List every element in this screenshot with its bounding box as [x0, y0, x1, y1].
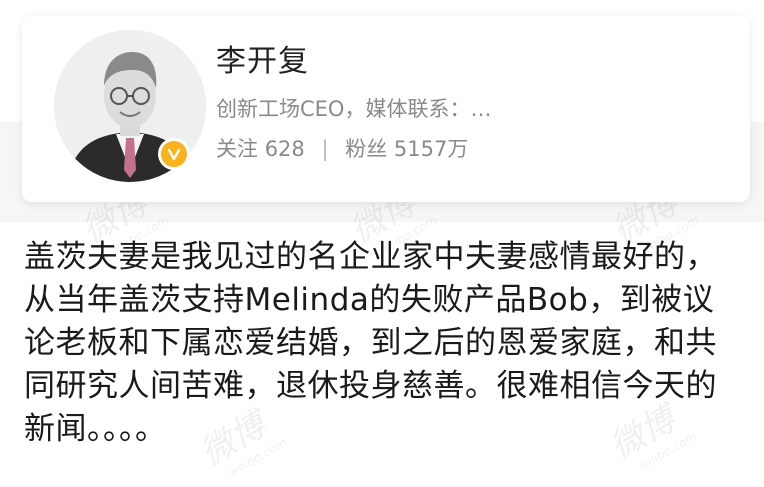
post-line: 从当年盖茨支持Melinda的失败产品Bob，到被议	[24, 282, 715, 318]
followers-count[interactable]: 5157万	[394, 137, 468, 161]
following-label[interactable]: 关注	[216, 137, 258, 161]
profile-bio: 创新工场CEO，媒体联系：…	[216, 97, 492, 121]
following-count[interactable]: 628	[265, 137, 305, 161]
followers-label[interactable]: 粉丝	[345, 137, 387, 161]
post-line: 新闻。。。。	[24, 411, 167, 447]
profile-stats: 关注 628 | 粉丝 5157万	[216, 136, 468, 162]
stats-divider: |	[321, 137, 329, 161]
post-line: 论老板和下属恋爱结婚，到之后的恩爱家庭，和共	[24, 325, 717, 361]
verified-badge-icon	[158, 138, 190, 170]
profile-name[interactable]: 李开复	[216, 44, 309, 80]
post-text: 盖茨夫妻是我见过的名企业家中夫妻感情最好的， 从当年盖茨支持Melinda的失败…	[24, 236, 754, 451]
profile-card[interactable]: 李开复 创新工场CEO，媒体联系：… 关注 628 | 粉丝 5157万	[22, 16, 750, 202]
post-line: 同研究人间苦难，退休投身慈善。很难相信今天的	[24, 368, 717, 404]
post-line: 盖茨夫妻是我见过的名企业家中夫妻感情最好的，	[24, 239, 717, 275]
